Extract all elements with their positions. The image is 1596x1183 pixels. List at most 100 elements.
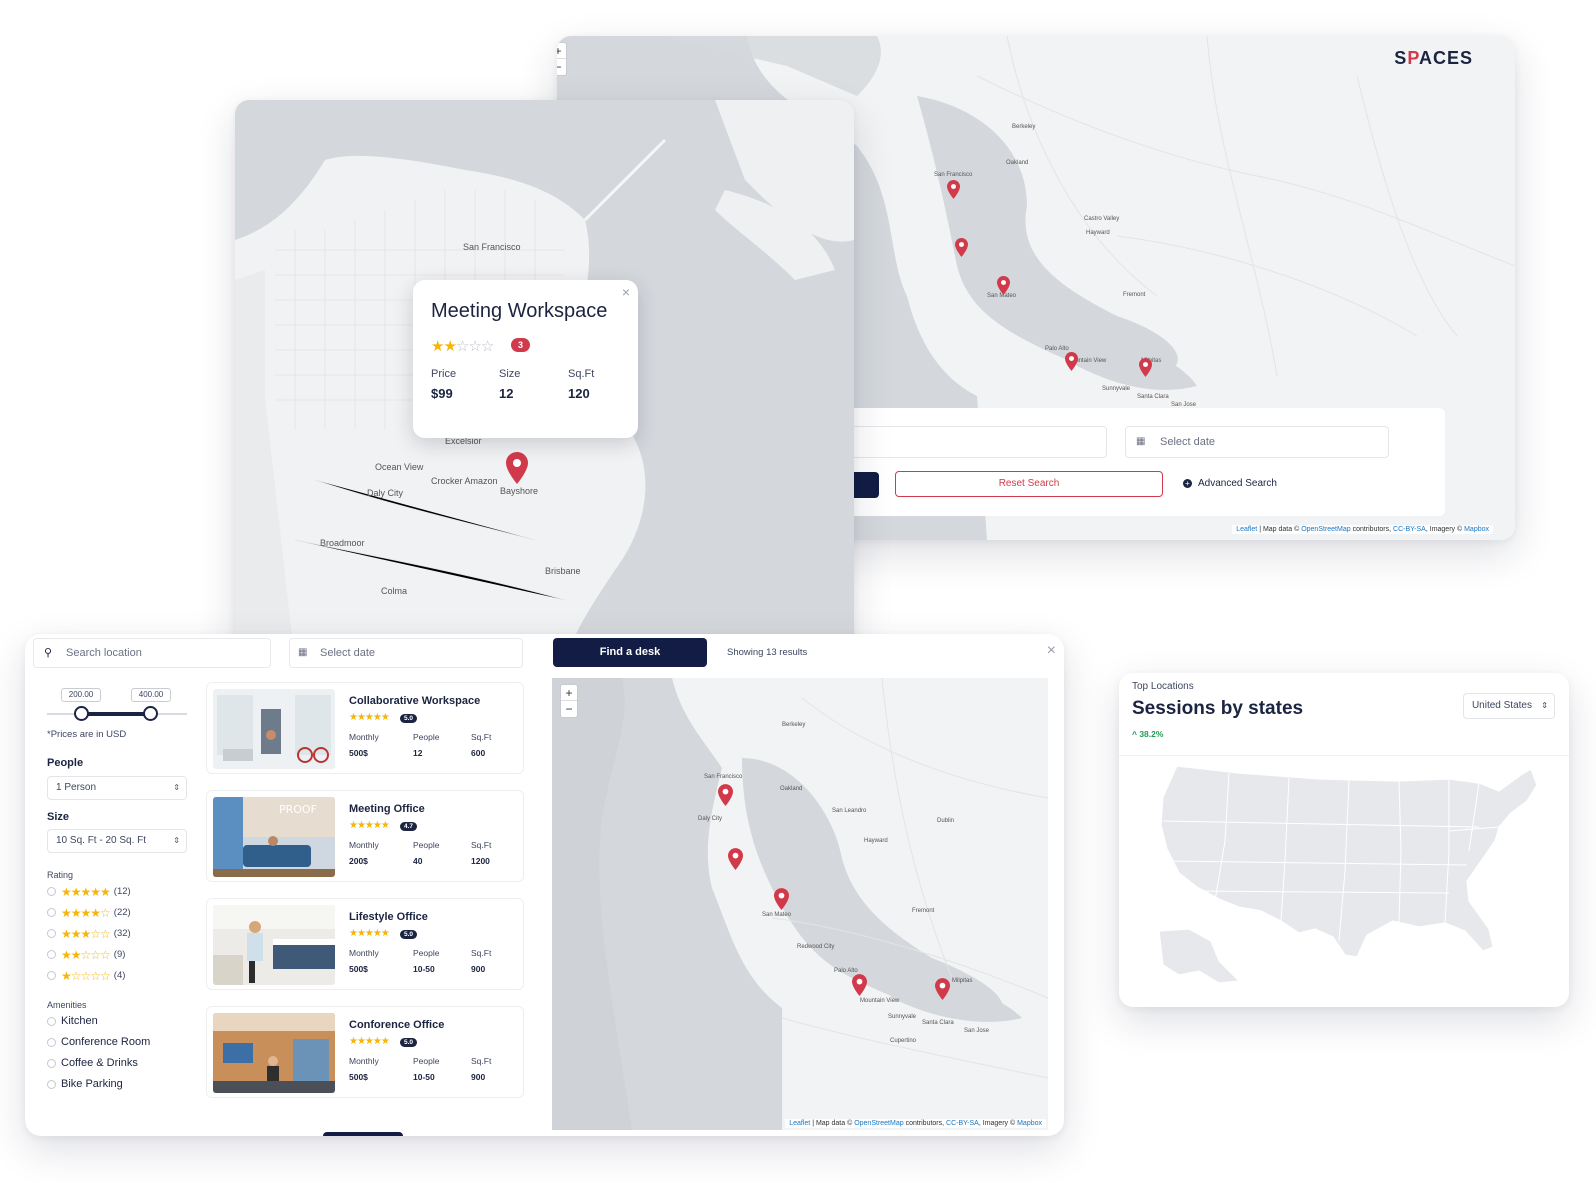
map-location-pin[interactable] <box>955 238 968 262</box>
map-place-label: Ocean View <box>375 462 424 472</box>
listing-photo <box>213 905 335 985</box>
price-min-handle[interactable] <box>74 706 89 721</box>
logo-letters-aces: ACES <box>1418 48 1473 68</box>
location-search-input[interactable]: ⚲ Search location <box>33 638 271 668</box>
mapbox-link[interactable]: Mapbox <box>1017 1120 1042 1127</box>
close-icon[interactable]: × <box>1047 636 1056 665</box>
location-search-placeholder: Search location <box>66 647 142 659</box>
listing-meta-label: Monthly <box>349 840 379 850</box>
map-location-pin[interactable] <box>852 974 867 1001</box>
back-location-field[interactable] <box>817 426 1107 458</box>
amenity-checkbox[interactable] <box>47 1058 56 1068</box>
location-popup: × Meeting Workspace ★★☆☆☆ 3 Price $99 Size… <box>413 280 638 438</box>
listing-stars: ★★★★★ <box>349 712 390 723</box>
mapbox-link[interactable]: Mapbox <box>1464 526 1489 533</box>
amenity-option[interactable]: Conference Room <box>47 1035 150 1049</box>
popup-close-icon[interactable]: × <box>622 284 630 300</box>
cc-link[interactable]: CC-BY-SA <box>946 1120 979 1127</box>
rating-option[interactable]: ★★★☆☆ (32) <box>47 926 131 941</box>
search-icon: ⚲ <box>44 647 53 659</box>
find-desk-button[interactable]: Find a desk <box>553 638 707 667</box>
rating-option[interactable]: ★☆☆☆☆ (4) <box>47 968 125 983</box>
map-location-pin[interactable] <box>1139 358 1152 382</box>
osm-link[interactable]: OpenStreetMap <box>854 1120 903 1127</box>
amenity-option[interactable]: Kitchen <box>47 1014 98 1028</box>
rating-radio[interactable] <box>47 971 56 981</box>
listing-card[interactable]: Conforence Office ★★★★★ 5.0 Monthly 500$ Peop… <box>206 1006 524 1098</box>
cc-link[interactable]: CC-BY-SA <box>1393 526 1426 533</box>
desk-finder-card: ⚲ Search location ▦ Select date Find a d… <box>25 634 1064 1136</box>
rating-radio[interactable] <box>47 929 56 939</box>
results-map[interactable]: + − San Francisco Oakland Berkeley Daly Cit… <box>552 678 1048 1130</box>
amenity-option[interactable]: Coffee & Drinks <box>47 1056 138 1070</box>
listing-meta-label: People <box>413 1056 440 1066</box>
advanced-search-link[interactable]: + Advanced Search <box>1183 471 1277 497</box>
rating-option[interactable]: ★★★★★ (12) <box>47 884 131 899</box>
listing-photo <box>213 689 335 769</box>
listing-stars: ★★★★★ <box>349 928 390 939</box>
spaces-logo[interactable]: SPACES <box>1394 48 1473 69</box>
rating-option[interactable]: ★★☆☆☆ (9) <box>47 947 125 962</box>
osm-link[interactable]: OpenStreetMap <box>1301 526 1350 533</box>
listing-card[interactable]: Lifestyle Office ★★★★★ 5.0 Monthly 500$ Peopl… <box>206 898 524 990</box>
listing-meta-label: People <box>413 732 440 742</box>
listing-rating-badge: 5.0 <box>400 1038 418 1047</box>
back-zoom-control: + − <box>557 42 567 76</box>
popup-stat-value: $99 <box>431 386 453 401</box>
map-location-pin[interactable] <box>997 276 1010 300</box>
leaflet-link[interactable]: Leaflet <box>1236 526 1257 533</box>
back-zoom-out-button[interactable]: − <box>557 59 566 75</box>
price-max-label: 400.00 <box>131 688 171 702</box>
date-select-input[interactable]: ▦ Select date <box>289 638 523 668</box>
popup-stat-value: 12 <box>499 386 514 401</box>
listing-meta-value: 600 <box>471 748 486 758</box>
attr-text-3: , Imagery © <box>1425 526 1465 533</box>
map-location-pin[interactable] <box>728 848 743 875</box>
amenity-checkbox[interactable] <box>47 1079 56 1089</box>
listing-card[interactable]: PROOF Meeting Office ★★★★★ 4.7 Monthly 200$ Pe… <box>206 790 524 882</box>
map-location-pin[interactable] <box>1065 352 1078 376</box>
listing-card[interactable]: Collaborative Workspace ★★★★★ 5.0 Monthly 50… <box>206 682 524 774</box>
map-location-pin[interactable] <box>718 784 733 811</box>
map-location-pin[interactable] <box>774 888 789 915</box>
rating-stars: ★★★☆☆ <box>61 926 111 941</box>
map-location-pin[interactable] <box>947 180 960 204</box>
listing-results: Collaborative Workspace ★★★★★ 5.0 Monthly 50… <box>206 678 526 1136</box>
svg-text:PROOF: PROOF <box>279 803 317 816</box>
rating-radio[interactable] <box>47 950 56 960</box>
listing-meta-value: 900 <box>471 1072 486 1082</box>
rating-radio[interactable] <box>47 908 56 918</box>
amenities-label: Amenities <box>47 1000 87 1010</box>
rating-radio[interactable] <box>47 887 56 897</box>
map-location-pin[interactable] <box>935 978 950 1005</box>
people-select[interactable]: 1 Person ⇕ <box>47 776 187 800</box>
us-states-map[interactable] <box>1149 761 1544 999</box>
price-note: *Prices are in USD <box>47 729 127 740</box>
back-zoom-in-button[interactable]: + <box>557 43 566 59</box>
amenity-checkbox[interactable] <box>47 1016 56 1026</box>
listing-rating-badge: 5.0 <box>400 714 418 723</box>
amenity-option[interactable]: Bike Parking <box>47 1077 123 1091</box>
popup-stat-label: Sq.Ft <box>568 368 595 380</box>
results-count: Showing 13 results <box>727 647 808 658</box>
attr-text-1: | Map data © <box>1257 526 1302 533</box>
results-zoom-out-button[interactable]: − <box>561 701 577 717</box>
results-zoom-in-button[interactable]: + <box>561 685 577 701</box>
leaflet-link[interactable]: Leaflet <box>789 1120 810 1127</box>
rating-option[interactable]: ★★★★☆ (22) <box>47 905 131 920</box>
back-date-field[interactable]: ▦ Select date <box>1125 426 1389 458</box>
listing-title: Conforence Office <box>349 1019 445 1031</box>
size-select[interactable]: 10 Sq. Ft - 20 Sq. Ft ⇕ <box>47 829 187 853</box>
attr-text-3: , Imagery © <box>978 1120 1018 1127</box>
listing-meta-value: 500$ <box>349 964 368 974</box>
popup-stat-value: 120 <box>568 386 590 401</box>
map-place-label: Hayward <box>864 838 888 844</box>
load-more-button[interactable] <box>323 1132 403 1136</box>
selected-location-pin[interactable] <box>506 452 528 489</box>
map-place-label: Colma <box>381 586 408 596</box>
country-select[interactable]: United States ⇕ <box>1462 693 1555 719</box>
price-max-handle[interactable] <box>143 706 158 721</box>
reset-search-button[interactable]: Reset Search <box>895 471 1163 497</box>
amenity-checkbox[interactable] <box>47 1037 56 1047</box>
listing-meta-value: 500$ <box>349 1072 368 1082</box>
